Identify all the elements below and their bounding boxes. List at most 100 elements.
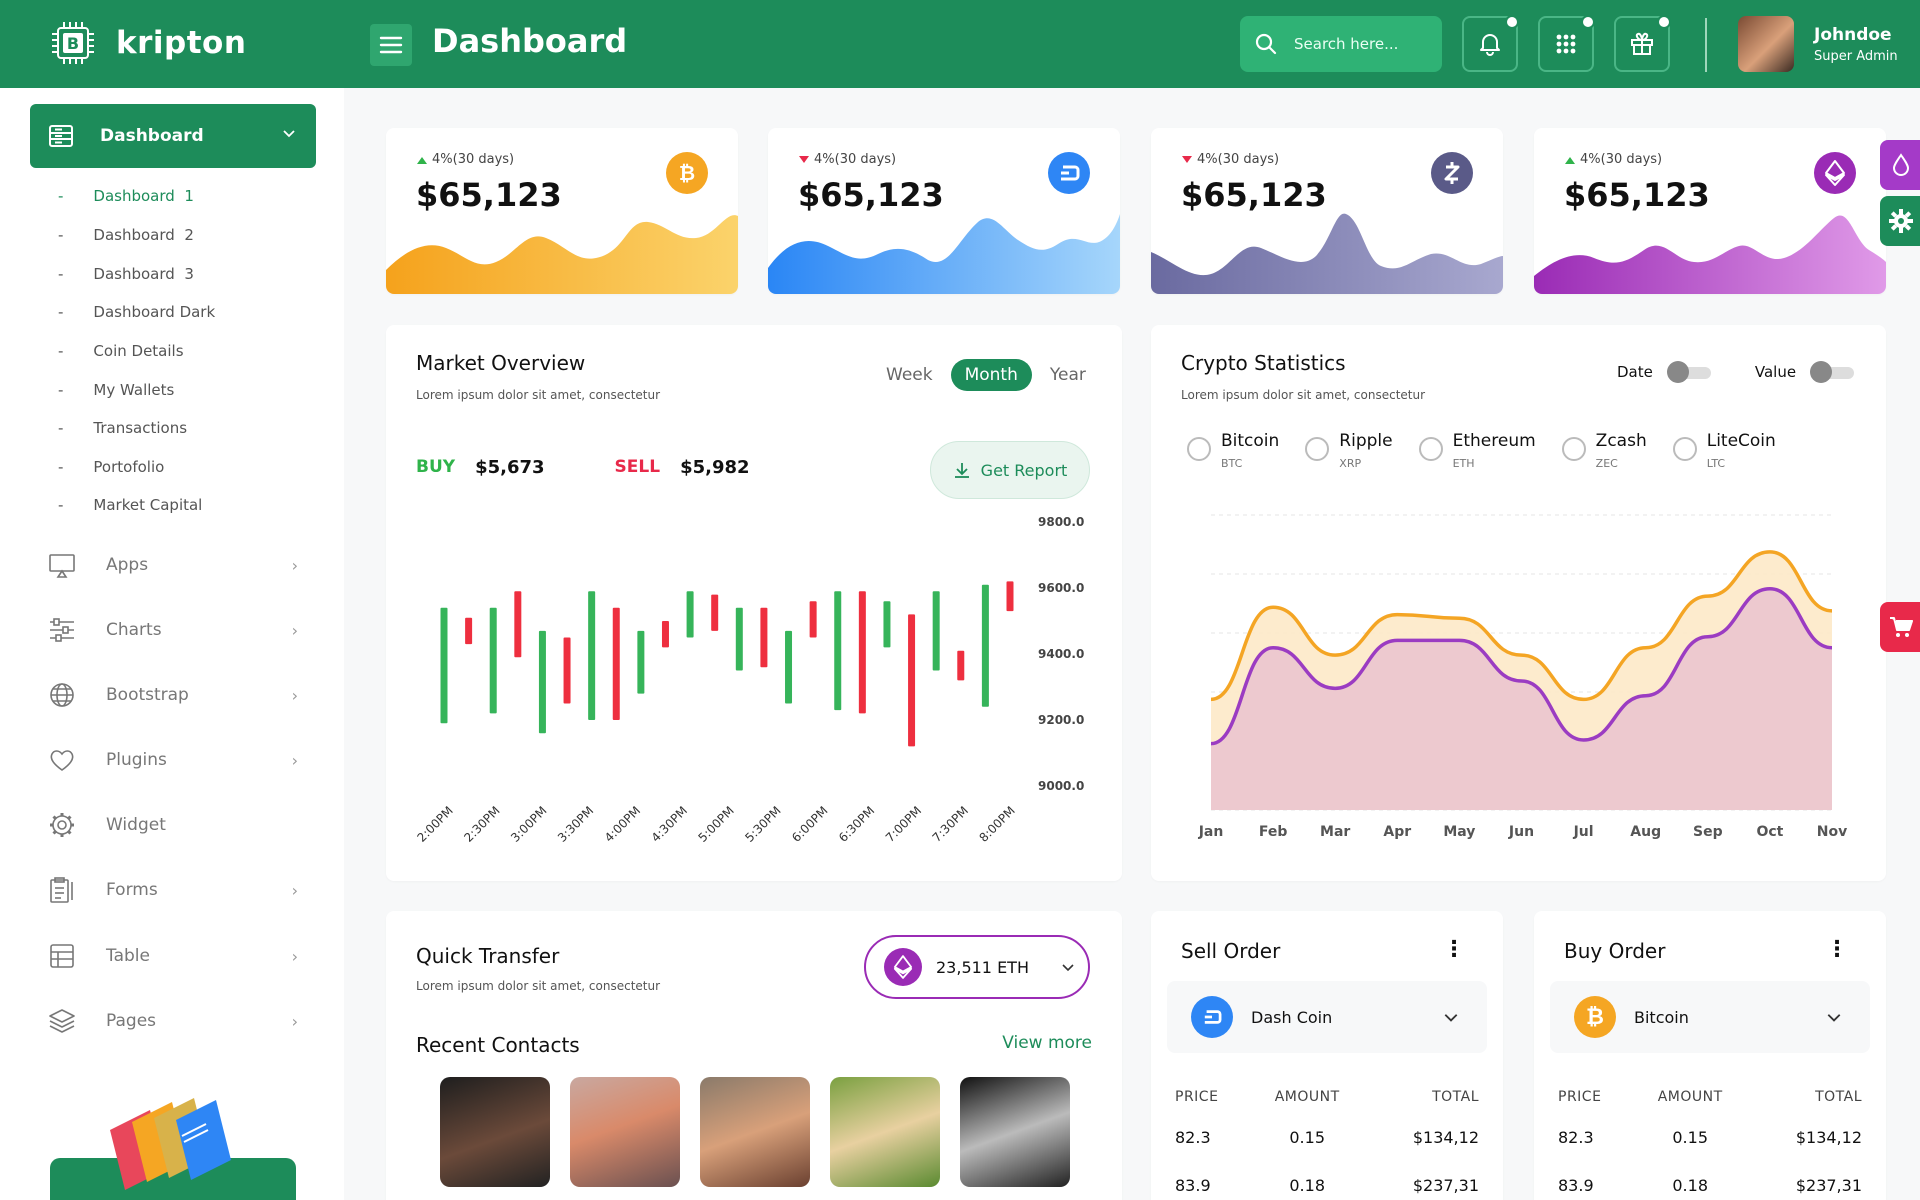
stat-wave-chart xyxy=(1534,215,1886,294)
coin-name: Bitcoin xyxy=(1221,431,1280,451)
tab-month[interactable]: Month xyxy=(950,359,1032,391)
submenu-market-capital[interactable]: - Market Capital xyxy=(58,496,202,514)
submenu-label: Coin Details xyxy=(93,342,184,360)
user-name: Johndoe xyxy=(1814,24,1892,45)
more-options-icon[interactable]: ⋮ xyxy=(1443,939,1465,961)
column-header: PRICE xyxy=(1175,1089,1219,1105)
clipboard-icon xyxy=(50,877,73,903)
search-box[interactable] xyxy=(1240,16,1442,72)
card-subtitle: Lorem ipsum dolor sit amet, consectetur xyxy=(416,979,661,993)
tab-week[interactable]: Week xyxy=(878,359,941,391)
view-more-link[interactable]: View more xyxy=(1002,1033,1092,1053)
submenu-dashboard-3[interactable]: - Dashboard 3 xyxy=(58,265,194,283)
candle xyxy=(908,614,916,747)
tab-year[interactable]: Year xyxy=(1042,359,1094,391)
change-text: 4%(30 days) xyxy=(1197,152,1280,167)
coin-option-bitcoin[interactable]: Bitcoin BTC xyxy=(1187,431,1279,470)
apps-grid-button[interactable] xyxy=(1538,15,1595,72)
notification-button[interactable] xyxy=(1462,15,1519,72)
sidebar-item-table[interactable]: Table › xyxy=(48,942,298,970)
candle xyxy=(760,607,768,668)
sidebar-item-dashboard[interactable]: Dashboard xyxy=(30,104,316,168)
sidebar-item-plugins[interactable]: Plugins › xyxy=(48,746,298,774)
submenu-my-wallets[interactable]: - My Wallets xyxy=(58,381,174,399)
submenu-label: Dashboard xyxy=(93,187,175,205)
search-input[interactable] xyxy=(1294,35,1424,53)
x-tick-label: 6:30PM xyxy=(836,803,877,844)
coin-option-zcash[interactable]: Zcash ZEC xyxy=(1561,431,1647,470)
table-row[interactable]: 83.9 0.18 $237,31 xyxy=(1558,1161,1862,1200)
x-tick-label: Aug xyxy=(1630,824,1661,840)
user-profile[interactable]: Johndoe Super Admin xyxy=(1738,16,1898,72)
date-toggle[interactable] xyxy=(1666,361,1713,383)
theme-drop-button[interactable] xyxy=(1880,140,1920,190)
sidebar-item-pages[interactable]: Pages › xyxy=(48,1007,298,1035)
sidebar-item-widget[interactable]: Widget xyxy=(48,811,298,839)
candle xyxy=(588,591,596,720)
buy-label: BUY xyxy=(416,457,456,477)
candle xyxy=(834,591,842,711)
table-row[interactable]: 83.9 0.18 $237,31 xyxy=(1175,1161,1479,1200)
contact-avatar[interactable] xyxy=(570,1077,680,1187)
x-tick-label: 2:00PM xyxy=(414,803,455,844)
submenu-dashboard-1[interactable]: - Dashboard 1 xyxy=(58,187,194,205)
notification-dot xyxy=(1505,15,1519,29)
submenu-coin-details[interactable]: - Coin Details xyxy=(58,342,184,360)
contact-avatar[interactable] xyxy=(700,1077,810,1187)
menu-toggle-button[interactable] xyxy=(370,24,412,66)
contact-avatar[interactable] xyxy=(830,1077,940,1187)
value-toggle[interactable] xyxy=(1810,361,1856,383)
settings-button[interactable] xyxy=(1880,196,1920,246)
coin-option-litecoin[interactable]: LiteCoin LTC xyxy=(1672,431,1776,470)
stat-wave-chart xyxy=(1151,213,1503,294)
table-row[interactable]: 82.3 0.15 $134,12 xyxy=(1558,1113,1862,1161)
sidebar-item-charts[interactable]: Charts › xyxy=(48,616,298,644)
submenu-transactions[interactable]: - Transactions xyxy=(58,419,187,437)
coin-option-ethereum[interactable]: Ethereum ETH xyxy=(1418,431,1536,470)
cart-button[interactable] xyxy=(1880,602,1920,652)
total-cell: $237,31 xyxy=(1412,1175,1479,1195)
layers-icon xyxy=(49,1009,75,1033)
apps-dot xyxy=(1581,15,1595,29)
coin-option-ripple[interactable]: Ripple XRP xyxy=(1305,431,1393,470)
submenu-dashboard-2[interactable]: - Dashboard 2 xyxy=(58,226,194,244)
table-row[interactable]: 82.3 0.15 $134,12 xyxy=(1175,1113,1479,1161)
buy-order-card: Buy Order ⋮ ₿ Bitcoin PRICE AMOUNT TOTAL 8… xyxy=(1534,911,1886,1200)
sell-value: $5,982 xyxy=(680,457,750,478)
get-report-button[interactable]: Get Report xyxy=(930,441,1090,499)
x-tick-label: Nov xyxy=(1817,824,1847,840)
submenu-label: Dashboard xyxy=(93,226,175,244)
sidebar-item-label: Widget xyxy=(106,815,166,835)
toggle-label-date: Date xyxy=(1617,363,1653,381)
change-text: 4%(30 days) xyxy=(814,152,897,167)
sidebar-item-label: Table xyxy=(106,946,150,966)
amount-cell: 0.18 xyxy=(1289,1175,1325,1195)
candle xyxy=(514,591,522,658)
card-title: Quick Transfer xyxy=(416,944,560,968)
water-drop-icon xyxy=(1892,153,1910,176)
more-options-icon[interactable]: ⋮ xyxy=(1826,939,1848,961)
submenu-dashboard-dark[interactable]: - Dashboard Dark xyxy=(58,303,215,321)
chevron-right-icon: › xyxy=(291,880,298,900)
app-logo[interactable]: B kripton xyxy=(48,18,246,68)
gift-button[interactable] xyxy=(1614,15,1671,72)
dash-bullet: - xyxy=(58,458,64,476)
chevron-down-icon xyxy=(1062,964,1074,972)
zcash-icon xyxy=(1431,152,1473,194)
table-header: PRICE AMOUNT TOTAL xyxy=(1558,1081,1862,1113)
sidebar-item-bootstrap[interactable]: Bootstrap › xyxy=(48,681,298,709)
coin-select[interactable]: Dash Coin xyxy=(1167,981,1487,1053)
buy-value: $5,673 xyxy=(475,457,545,478)
coin-select[interactable]: ₿ Bitcoin xyxy=(1550,981,1870,1053)
contact-avatar[interactable] xyxy=(960,1077,1070,1187)
submenu-portofolio[interactable]: - Portofolio xyxy=(58,458,164,476)
x-tick-label: Jun xyxy=(1508,824,1534,840)
sidebar-item-forms[interactable]: Forms › xyxy=(48,876,298,904)
coin-name: Ethereum xyxy=(1452,431,1536,451)
contact-avatar[interactable] xyxy=(440,1077,550,1187)
coin-symbol: ZEC xyxy=(1595,457,1618,470)
chevron-right-icon: › xyxy=(291,555,298,575)
x-tick-label: 8:00PM xyxy=(976,803,1017,844)
sidebar-item-apps[interactable]: Apps › xyxy=(48,551,298,579)
currency-select[interactable]: 23,511 ETH xyxy=(864,935,1090,999)
